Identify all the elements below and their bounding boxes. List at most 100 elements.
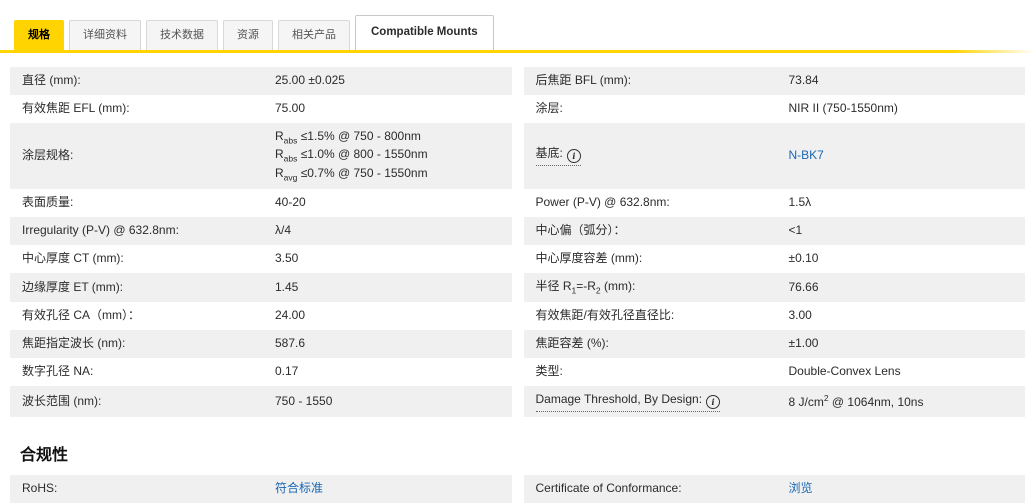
spec-label: 有效孔径 CA（mm）： <box>22 308 140 323</box>
spec-row: 有效孔径 CA（mm）： 24.00 有效焦距/有效孔径直径比: 3.00 <box>10 302 1025 330</box>
spec-label: 半径 R1=-R2 (mm): <box>535 278 636 295</box>
spec-row: 边缘厚度 ET (mm): 1.45 半径 R1=-R2 (mm): 76.66 <box>10 272 1025 302</box>
spec-value-link[interactable]: 浏览 <box>789 480 1026 497</box>
info-icon[interactable]: i <box>566 149 581 164</box>
spec-cell-left: Irregularity (P-V) @ 632.8nm: λ/4 <box>10 216 512 245</box>
spec-label: 边缘厚度 ET (mm): <box>22 279 124 294</box>
spec-label: 表面质量: <box>22 195 74 210</box>
spec-value: <1 <box>788 222 803 237</box>
spec-value: 1.5λ <box>788 194 812 209</box>
compliance-table: RoHS: 符合标准 Certificate of Conformance: 浏览 <box>10 474 1026 503</box>
tab-details[interactable]: 详细资料 <box>69 19 141 50</box>
spec-value: 587.6 <box>275 336 306 351</box>
spec-value: 76.66 <box>788 279 819 294</box>
spec-label: 直径 (mm): <box>22 73 81 88</box>
spec-label: 中心厚度 CT (mm): <box>22 251 124 266</box>
spec-label: 类型: <box>535 364 563 379</box>
column-gap <box>512 330 524 358</box>
spec-cell-right: 半径 R1=-R2 (mm): 76.66 <box>523 272 1025 302</box>
spec-cell-right: 涂层: NIR II (750-1550nm) <box>524 95 1026 123</box>
spec-value: ±0.10 <box>788 250 819 265</box>
spec-cell-right: 后焦距 BFL (mm): 73.84 <box>523 66 1025 95</box>
spec-cell-left: 涂层规格: Rabs ≤1.5% @ 750 - 800nm Rabs ≤1.0% … <box>10 122 512 189</box>
spec-value: 0.17 <box>275 364 299 379</box>
column-gap <box>512 358 524 386</box>
column-gap <box>512 475 524 503</box>
spec-label: Irregularity (P-V) @ 632.8nm: <box>22 223 179 238</box>
spec-cell-left: RoHS: 符合标准 <box>10 474 512 503</box>
spec-row: 数字孔径 NA: 0.17 类型: Double-Convex Lens <box>10 358 1025 386</box>
spec-cell-left: 有效孔径 CA（mm）： 24.00 <box>10 302 512 330</box>
spec-cell-left: 有效焦距 EFL (mm): 75.00 <box>10 95 512 123</box>
column-gap <box>512 273 524 302</box>
column-gap <box>512 123 524 189</box>
spec-value: 8 J/cm2 @ 1064nm, 10ns <box>788 392 924 409</box>
spec-label: Damage Threshold, By Design: i <box>524 391 789 412</box>
spec-cell-right: 有效焦距/有效孔径直径比: 3.00 <box>524 302 1026 330</box>
tab-technical-data[interactable]: 技术数据 <box>146 19 218 50</box>
spec-cell-left: 直径 (mm): 25.00 ±0.025 <box>10 66 512 95</box>
spec-value: ±1.00 <box>788 336 819 351</box>
spec-value: NIR II (750-1550nm) <box>788 100 898 115</box>
spec-value: 3.50 <box>275 250 299 265</box>
spec-cell-right: 焦距容差 (%): ±1.00 <box>523 329 1025 358</box>
tab-accent-underline <box>0 49 1035 53</box>
spec-row: RoHS: 符合标准 Certificate of Conformance: 浏览 <box>10 474 1026 503</box>
column-gap <box>512 245 524 273</box>
spec-value: 25.00 ±0.025 <box>275 72 345 87</box>
spec-value: 750 - 1550 <box>275 393 333 408</box>
spec-cell-right: 类型: Double-Convex Lens <box>524 358 1026 386</box>
spec-row: 直径 (mm): 25.00 ±0.025 后焦距 BFL (mm): 73.84 <box>10 66 1025 95</box>
tab-specs[interactable]: 规格 <box>14 19 64 50</box>
spec-cell-right: Power (P-V) @ 632.8nm: 1.5λ <box>524 189 1026 217</box>
spec-row: 表面质量: 40-20 Power (P-V) @ 632.8nm: 1.5λ <box>10 189 1025 217</box>
spec-value-link[interactable]: 符合标准 <box>275 480 512 497</box>
spec-value: Double-Convex Lens <box>788 364 901 379</box>
spec-value: 73.84 <box>788 72 819 87</box>
spec-label: 中心厚度容差 (mm): <box>535 251 643 266</box>
spec-value: 1.45 <box>275 279 299 294</box>
spec-cell-left: 数字孔径 NA: 0.17 <box>10 358 512 386</box>
spec-value-link[interactable]: N-BK7 <box>789 147 1026 164</box>
spec-cell-left: 中心厚度 CT (mm): 3.50 <box>10 245 512 273</box>
spec-cell-left: 边缘厚度 ET (mm): 1.45 <box>10 272 512 302</box>
spec-row: 涂层规格: Rabs ≤1.5% @ 750 - 800nm Rabs ≤1.0% … <box>10 122 1026 189</box>
spec-label: 中心偏（弧分）： <box>535 223 626 238</box>
info-icon[interactable]: i <box>706 394 721 409</box>
spec-label: Power (P-V) @ 632.8nm: <box>535 195 670 210</box>
spec-row: Irregularity (P-V) @ 632.8nm: λ/4 中心偏（弧分）：… <box>10 216 1025 245</box>
spec-value: λ/4 <box>275 222 292 237</box>
spec-label-with-tooltip: 基底: i <box>535 145 581 167</box>
spec-label: 涂层规格: <box>22 148 74 163</box>
column-gap <box>512 95 524 123</box>
column-gap <box>512 386 524 417</box>
spec-cell-left: 表面质量: 40-20 <box>10 189 512 217</box>
spec-label: 基底: i <box>524 145 789 167</box>
spec-label: 有效焦距/有效孔径直径比: <box>535 308 675 323</box>
spec-label: Certificate of Conformance: <box>535 481 682 496</box>
tab-related-products[interactable]: 相关产品 <box>278 19 350 50</box>
spec-cell-left: 焦距指定波长 (nm): 587.6 <box>10 329 512 358</box>
tab-resources[interactable]: 资源 <box>223 19 273 50</box>
spec-row: 焦距指定波长 (nm): 587.6 焦距容差 (%): ±1.00 <box>10 329 1025 358</box>
spec-value: 24.00 <box>275 308 306 323</box>
spec-value: Rabs ≤1.5% @ 750 - 800nm Rabs ≤1.0% @ 800… <box>275 128 428 183</box>
spec-label: 焦距容差 (%): <box>535 336 609 351</box>
spec-value: 3.00 <box>788 308 812 323</box>
tab-bar: 规格 详细资料 技术数据 资源 相关产品 Compatible Mounts <box>0 0 1035 50</box>
spec-row: 中心厚度 CT (mm): 3.50 中心厚度容差 (mm): ±0.10 <box>10 245 1025 273</box>
spec-label: 数字孔径 NA: <box>22 364 94 379</box>
spec-label: 涂层: <box>535 101 563 116</box>
column-gap <box>512 302 524 330</box>
spec-label-with-tooltip: Damage Threshold, By Design: i <box>535 391 721 412</box>
spec-cell-right: 中心厚度容差 (mm): ±0.10 <box>524 245 1026 273</box>
spec-cell-left: 波长范围 (nm): 750 - 1550 <box>10 385 512 417</box>
spec-row: 有效焦距 EFL (mm): 75.00 涂层: NIR II (750-1550nm… <box>10 95 1025 123</box>
spec-table: 直径 (mm): 25.00 ±0.025 后焦距 BFL (mm): 73.84 有效… <box>10 66 1026 417</box>
compliance-heading: 合规性 <box>20 446 69 464</box>
spec-cell-right: 中心偏（弧分）： <1 <box>523 216 1025 245</box>
spec-label: 波长范围 (nm): <box>22 393 102 408</box>
tab-compatible-mounts[interactable]: Compatible Mounts <box>355 15 494 50</box>
spec-value: 75.00 <box>275 100 306 115</box>
spec-label: 后焦距 BFL (mm): <box>535 73 632 88</box>
